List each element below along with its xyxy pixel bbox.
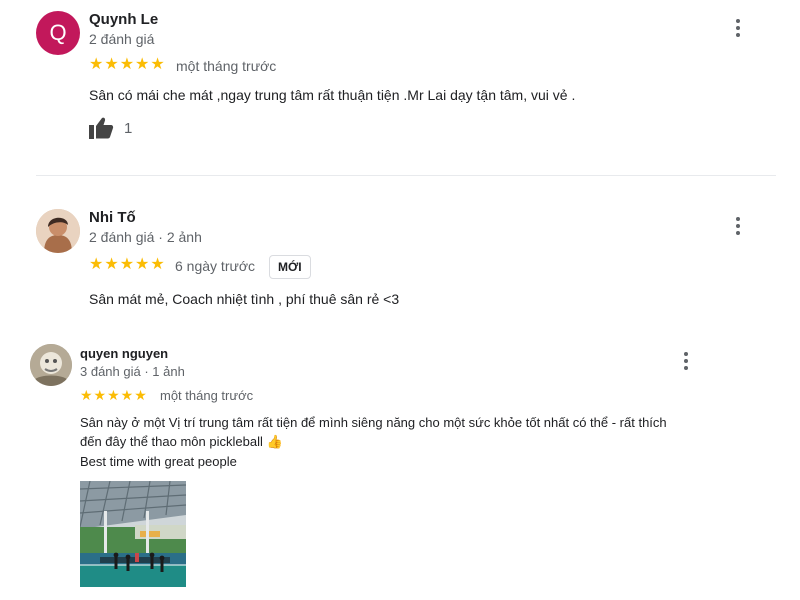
- more-options-icon[interactable]: [726, 214, 750, 238]
- reviewer-meta: 2 đánh giá · 2 ảnh: [89, 229, 202, 245]
- review-time: 6 ngày trước: [175, 258, 256, 274]
- review-text-line: Best time with great people: [80, 454, 237, 469]
- review-time: một tháng trước: [176, 58, 277, 74]
- review-time: một tháng trước: [160, 388, 254, 403]
- reviewer-name[interactable]: quyen nguyen: [80, 346, 168, 361]
- review-text-line: đến đây thể thao môn pickleball 👍: [80, 434, 283, 449]
- like-button[interactable]: 1: [88, 116, 132, 140]
- review-text: Sân có mái che mát ,ngay trung tâm rất t…: [89, 87, 576, 103]
- like-count: 1: [124, 119, 133, 137]
- star-rating: ★★★★★: [89, 56, 166, 73]
- pickleball-court-photo: [80, 481, 186, 587]
- avatar-letter: Q: [49, 20, 67, 45]
- review-text: Sân mát mẻ, Coach nhiệt tình , phí thuê …: [89, 291, 400, 307]
- avatar[interactable]: [36, 209, 80, 253]
- profile-photo-icon: [30, 344, 72, 386]
- thumbs-up-icon: [89, 117, 114, 139]
- star-rating: ★★★★★: [89, 256, 166, 273]
- reviewer-meta: 2 đánh giá: [89, 31, 155, 47]
- new-badge: MỚI: [269, 255, 311, 279]
- reviewer-meta: 3 đánh giá · 1 ảnh: [80, 364, 185, 379]
- person-photo-icon: [36, 209, 80, 253]
- review-photo[interactable]: [80, 481, 186, 587]
- divider: [36, 175, 776, 176]
- star-rating: ★★★★★: [80, 387, 148, 403]
- avatar[interactable]: Q: [36, 11, 80, 55]
- reviewer-name[interactable]: Nhi Tố: [89, 209, 136, 226]
- more-options-icon[interactable]: [726, 16, 750, 40]
- reviewer-name[interactable]: Quynh Le: [89, 11, 158, 28]
- avatar[interactable]: [30, 344, 72, 386]
- more-options-icon[interactable]: [674, 349, 698, 373]
- review-text-line: Sân này ở một Vị trí trung tâm rất tiện …: [80, 415, 667, 430]
